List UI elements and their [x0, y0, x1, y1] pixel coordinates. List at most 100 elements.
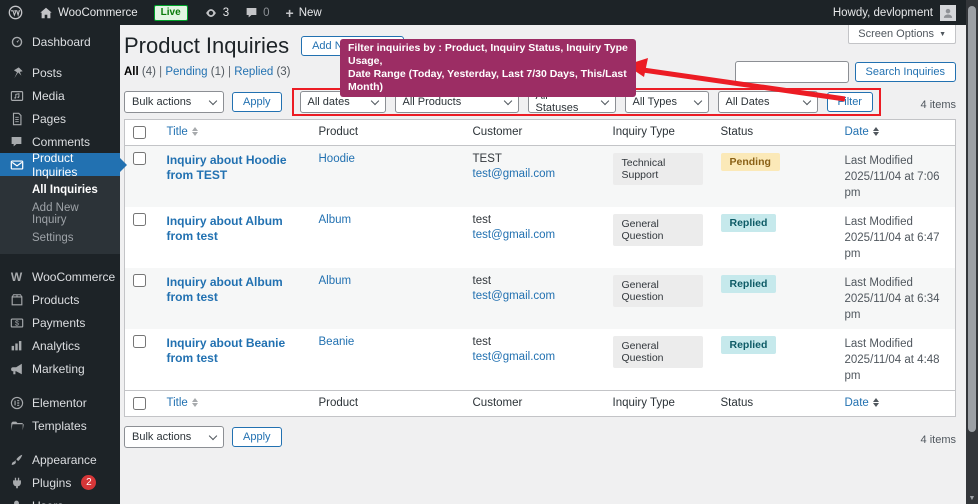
bulk-actions-select[interactable]: Bulk actions — [124, 91, 224, 113]
comments-icon — [9, 135, 24, 148]
page-title: Product Inquiries — [124, 33, 289, 59]
updates-indicator[interactable]: 3 — [196, 0, 237, 25]
product-link[interactable]: Hoodie — [319, 153, 355, 165]
row-checkbox[interactable] — [133, 213, 146, 226]
sort-by-title[interactable]: Title — [167, 397, 188, 409]
sort-by-date[interactable]: Date — [845, 126, 869, 138]
vertical-scrollbar[interactable]: ▼ — [966, 0, 978, 504]
sidebar-item-pages[interactable]: Pages — [0, 107, 120, 130]
scrollbar-thumb[interactable] — [968, 6, 976, 432]
site-link[interactable]: WooCommerce — [31, 0, 146, 25]
apply-button[interactable]: Apply — [232, 92, 282, 112]
product-link[interactable]: Beanie — [319, 336, 355, 348]
inquiry-title-link[interactable]: Inquiry about Beanie from test — [167, 336, 301, 366]
view-filter: Pending (1) — [165, 66, 234, 78]
comments-indicator[interactable]: 0 — [237, 0, 277, 25]
type-filter-select[interactable]: All Types — [625, 91, 709, 113]
table-row: Inquiry about Beanie from test Beanie te… — [125, 329, 956, 391]
comments-bubble-icon — [245, 6, 258, 19]
home-icon — [39, 6, 53, 20]
posts-icon — [9, 66, 24, 80]
customer-email-link[interactable]: test@gmail.com — [473, 290, 556, 302]
screen-options-button[interactable]: Screen Options ▼ — [848, 25, 956, 44]
product-link[interactable]: Album — [319, 214, 352, 226]
sidebar-item-product-inquiries[interactable]: Product Inquiries — [0, 153, 120, 176]
date-value: 2025/11/04 at 4:48 pm — [845, 352, 950, 384]
templates-icon — [9, 419, 24, 433]
wordpress-admin-screen: WooCommerce Live 3 0 + New Howdy, devlop… — [0, 0, 978, 504]
sidebar-item-dashboard[interactable]: Dashboard — [0, 30, 120, 53]
date-range-filter-select[interactable]: All Dates — [718, 91, 818, 113]
view-filter: All (4) — [124, 66, 165, 78]
products-icon — [9, 293, 24, 307]
inquiry-title-link[interactable]: Inquiry about Album from test — [167, 275, 301, 305]
chevron-down-icon — [503, 96, 511, 104]
sort-by-title[interactable]: Title — [167, 126, 188, 138]
table-row: Inquiry about Album from test Album test… — [125, 207, 956, 268]
sidebar-item-marketing[interactable]: Marketing — [0, 357, 120, 380]
product-link[interactable]: Album — [319, 275, 352, 287]
site-name: WooCommerce — [58, 7, 138, 19]
column-customer: Customer — [461, 391, 601, 417]
sidebar-item-elementor[interactable]: Elementor — [0, 391, 120, 414]
bulk-actions-select[interactable]: Bulk actions — [124, 426, 224, 448]
inquiry-title-link[interactable]: Inquiry about Hoodie from TEST — [167, 153, 301, 183]
new-content-button[interactable]: + New — [278, 0, 330, 25]
sidebar-item-all-inquiries[interactable]: All Inquiries — [0, 181, 120, 199]
search-input[interactable] — [735, 61, 849, 83]
view-filter-link[interactable]: All — [124, 66, 139, 78]
customer-email-link[interactable]: test@gmail.com — [473, 229, 556, 241]
inquiry-type-badge: General Question — [613, 336, 703, 368]
view-filter: Replied (3) — [234, 66, 290, 78]
customer-email-link[interactable]: test@gmail.com — [473, 351, 556, 363]
sidebar-item-products[interactable]: Products — [0, 288, 120, 311]
sort-by-date[interactable]: Date — [845, 397, 869, 409]
filter-button[interactable]: Filter — [827, 92, 873, 112]
apply-button[interactable]: Apply — [232, 427, 282, 447]
view-filter-link[interactable]: Pending — [165, 66, 207, 78]
sidebar-item-templates[interactable]: Templates — [0, 414, 120, 437]
table-toolbar-bottom: Bulk actions Apply 4 items — [124, 422, 956, 452]
row-checkbox[interactable] — [133, 274, 146, 287]
date-label: Last Modified — [845, 275, 950, 291]
date-label: Last Modified — [845, 153, 950, 169]
sidebar-item-appearance[interactable]: Appearance — [0, 448, 120, 471]
admin-bar: WooCommerce Live 3 0 + New Howdy, devlop… — [0, 0, 978, 25]
sidebar-item-media[interactable]: Media — [0, 84, 120, 107]
date-label: Last Modified — [845, 214, 950, 230]
user-silhouette-icon — [942, 7, 954, 19]
sidebar-item-analytics[interactable]: Analytics — [0, 334, 120, 357]
date-value: 2025/11/04 at 6:34 pm — [845, 291, 950, 323]
table-row: Inquiry about Album from test Album test… — [125, 268, 956, 329]
sidebar-item-payments[interactable]: $ Payments — [0, 311, 120, 334]
row-checkbox[interactable] — [133, 152, 146, 165]
customer-email-link[interactable]: test@gmail.com — [473, 168, 556, 180]
sidebar-item-add-new-inquiry[interactable]: Add New Inquiry — [0, 199, 120, 229]
status-badge: Replied — [721, 275, 777, 293]
sort-arrows-icon — [192, 127, 198, 136]
customer-name: TEST — [473, 153, 595, 165]
sidebar-item-posts[interactable]: Posts — [0, 61, 120, 84]
column-customer: Customer — [461, 120, 601, 146]
sidebar-item-inquiry-settings[interactable]: Settings — [0, 229, 120, 247]
avatar[interactable] — [940, 5, 956, 21]
customer-name: test — [473, 275, 595, 287]
howdy-account[interactable]: Howdy, devlopment — [833, 7, 933, 19]
inquiry-title-link[interactable]: Inquiry about Album from test — [167, 214, 301, 244]
sort-arrows-icon — [873, 398, 879, 407]
view-filter-link[interactable]: Replied — [234, 66, 273, 78]
select-all-checkbox[interactable] — [133, 126, 146, 139]
customer-name: test — [473, 214, 595, 226]
row-checkbox[interactable] — [133, 335, 146, 348]
search-inquiries-button[interactable]: Search Inquiries — [855, 62, 957, 82]
select-all-checkbox[interactable] — [133, 397, 146, 410]
sidebar-item-plugins[interactable]: Plugins 2 — [0, 471, 120, 494]
sidebar-item-woocommerce[interactable]: W WooCommerce — [0, 265, 120, 288]
date-value: 2025/11/04 at 7:06 pm — [845, 169, 950, 201]
column-inquiry-type: Inquiry Type — [601, 391, 709, 417]
sidebar-item-users[interactable]: Users — [0, 494, 120, 504]
svg-text:$: $ — [15, 320, 19, 327]
scrollbar-down-arrow[interactable]: ▼ — [966, 495, 978, 502]
wordpress-logo[interactable] — [0, 0, 31, 25]
inquiries-table: Title Product Customer Inquiry Type Stat… — [124, 119, 956, 417]
